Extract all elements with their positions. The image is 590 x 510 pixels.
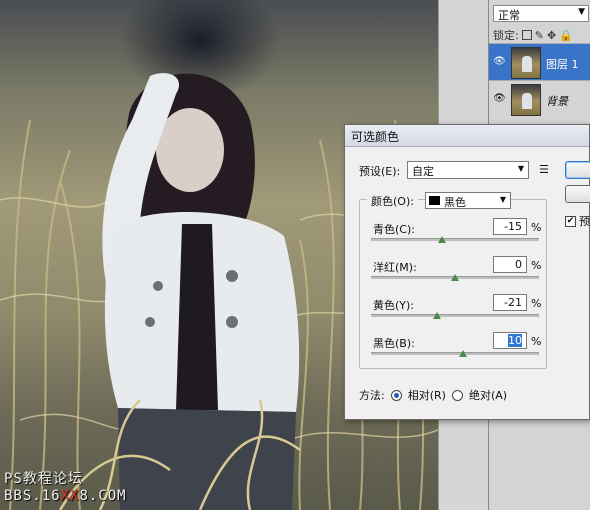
relative-radio[interactable] bbox=[390, 389, 402, 401]
yellow-slider-track[interactable] bbox=[371, 314, 539, 317]
layer-thumbnail bbox=[511, 84, 541, 116]
yellow-label: 黄色(Y): bbox=[373, 299, 415, 312]
black-label: 黑色(B): bbox=[373, 337, 415, 350]
layer-thumbnail bbox=[511, 47, 541, 79]
lock-transparent-icon[interactable] bbox=[521, 30, 532, 40]
magenta-label: 洋红(M): bbox=[373, 261, 417, 274]
black-slider-thumb[interactable] bbox=[459, 350, 468, 357]
color-swatch bbox=[429, 196, 440, 205]
cyan-label: 青色(C): bbox=[373, 223, 415, 236]
preset-select[interactable]: 自定 ▼ bbox=[407, 161, 529, 179]
cyan-input[interactable]: -15 bbox=[493, 218, 527, 235]
layer-row-1[interactable]: 👁 图层 1 bbox=[489, 43, 590, 81]
magenta-input[interactable]: 0 bbox=[493, 256, 527, 273]
lock-label: 锁定: bbox=[493, 29, 519, 42]
cancel-button[interactable] bbox=[565, 185, 590, 203]
eye-icon[interactable]: 👁 bbox=[493, 56, 509, 68]
chevron-down-icon: ▼ bbox=[499, 195, 506, 204]
percent-sign: % bbox=[531, 335, 542, 348]
layer-row-background[interactable]: 👁 背景 bbox=[489, 80, 590, 118]
colors-select[interactable]: 黑色 ▼ bbox=[425, 192, 511, 209]
blend-mode-value: 正常 bbox=[498, 9, 520, 22]
percent-sign: % bbox=[531, 297, 542, 310]
magenta-slider-thumb[interactable] bbox=[451, 274, 459, 281]
dialog-title[interactable]: 可选颜色 bbox=[345, 125, 589, 147]
layer-name: 图层 1 bbox=[546, 58, 579, 71]
lock-move-icon[interactable]: ✥ bbox=[547, 29, 556, 42]
lock-all-icon[interactable]: 🔒 bbox=[559, 29, 573, 42]
yellow-input[interactable]: -21 bbox=[493, 294, 527, 311]
lock-row: 锁定: ✎ ✥ 🔒 bbox=[493, 27, 573, 43]
preset-value: 自定 bbox=[412, 165, 434, 178]
lock-brush-icon[interactable]: ✎ bbox=[535, 29, 544, 42]
black-slider-track[interactable] bbox=[371, 352, 539, 355]
colors-label: 颜色(O): bbox=[367, 193, 418, 209]
method-label: 方法: bbox=[359, 389, 385, 402]
watermark-line1: PS教程论坛 bbox=[4, 471, 83, 487]
absolute-radio[interactable] bbox=[451, 389, 463, 401]
preset-label: 预设(E): bbox=[359, 165, 401, 178]
ok-button[interactable] bbox=[565, 161, 590, 179]
method-row: 方法: 相对(R) 绝对(A) bbox=[359, 387, 507, 403]
preset-menu-icon[interactable]: ☰ bbox=[539, 163, 549, 176]
eye-icon[interactable]: 👁 bbox=[493, 93, 509, 105]
checkmark-icon: ✔ bbox=[565, 215, 576, 227]
preview-checkbox[interactable]: ✔ 预 bbox=[565, 213, 590, 229]
percent-sign: % bbox=[531, 259, 542, 272]
chevron-down-icon: ▼ bbox=[578, 7, 585, 17]
preview-label: 预 bbox=[579, 215, 590, 228]
cyan-slider-track[interactable] bbox=[371, 238, 539, 241]
absolute-label: 绝对(A) bbox=[468, 389, 508, 402]
relative-label: 相对(R) bbox=[407, 389, 446, 402]
cyan-slider-thumb[interactable] bbox=[438, 236, 447, 243]
watermark-line2: BBS.16XX8.COM bbox=[4, 488, 127, 504]
yellow-slider-thumb[interactable] bbox=[433, 312, 442, 319]
percent-sign: % bbox=[531, 221, 542, 234]
black-input[interactable]: 10 bbox=[493, 332, 527, 349]
blend-mode-select[interactable]: 正常 ▼ bbox=[493, 5, 589, 22]
chevron-down-icon: ▼ bbox=[517, 164, 524, 173]
layer-name: 背景 bbox=[546, 95, 568, 108]
selective-color-dialog: 可选颜色 预设(E): 自定 ▼ ☰ ✔ 预 颜色(O): 黑色 ▼ 青色(C)… bbox=[344, 124, 590, 420]
colors-value: 黑色 bbox=[444, 196, 466, 209]
